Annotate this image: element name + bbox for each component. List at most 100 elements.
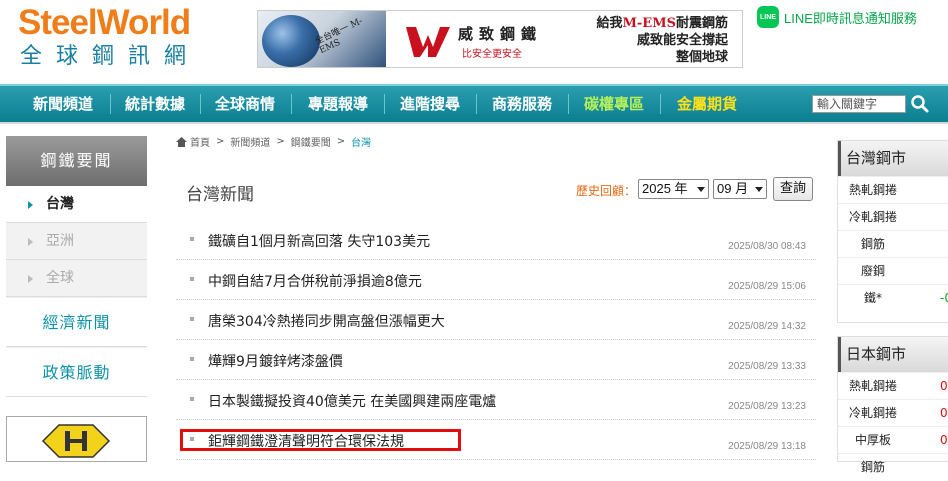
breadcrumb-home[interactable]: 首頁 xyxy=(190,134,210,149)
market-row[interactable]: 熱軋鋼捲 xyxy=(838,176,948,203)
brand-slogan: 比安全更安全 xyxy=(462,49,522,60)
sidebar-item-label: 台灣 xyxy=(46,196,74,212)
market-row[interactable]: 鐵* -0 xyxy=(838,284,948,311)
news-list: 鐵礦自1個月新高回落 失守103美元 2025/08/30 08:43 中鋼自結… xyxy=(176,220,816,460)
tagline-prefix: 給我 xyxy=(596,16,623,31)
line-icon: LINE xyxy=(757,6,779,28)
search-icon[interactable] xyxy=(910,94,930,114)
market-name: 廢鋼 xyxy=(860,264,885,278)
news-item[interactable]: 日本製鐵擬投資40億美元 在美國興建兩座電爐 2025/08/29 13:23 xyxy=(176,380,816,420)
news-item[interactable]: 燁輝9月鍍鋅烤漆盤價 2025/08/29 13:33 xyxy=(176,340,816,380)
market-value: -0 xyxy=(940,291,948,305)
query-button[interactable]: 查詢 xyxy=(773,177,813,201)
brand-name: 威致鋼鐵 xyxy=(458,25,543,43)
news-title[interactable]: 日本製鐵擬投資40億美元 在美國興建兩座電爐 xyxy=(208,391,496,411)
news-title[interactable]: 燁輝9月鍍鋅烤漆盤價 xyxy=(208,351,343,371)
breadcrumb-steel[interactable]: 鋼鐵要聞 xyxy=(291,134,331,149)
year-select-value: 2025 年 xyxy=(642,181,688,196)
line-notify-link[interactable]: LINE LINE即時訊息通知服務 xyxy=(757,6,917,28)
nav-advanced-search[interactable]: 進階搜尋 xyxy=(386,86,474,122)
sidebar-item-label: 全球 xyxy=(46,270,74,286)
breadcrumb: 首頁 > 新聞頻道 > 鋼鐵要聞 > 台灣 xyxy=(176,134,371,149)
market-name: 中厚板 xyxy=(854,433,891,447)
market-name: 熱軋鋼捲 xyxy=(848,379,897,393)
nav-divider xyxy=(384,94,385,114)
sidebar-ad[interactable] xyxy=(6,416,147,462)
arrow-right-icon xyxy=(28,238,33,246)
month-select[interactable]: 09 月 xyxy=(713,179,767,199)
market-row[interactable]: 冷軋鋼捲 0 xyxy=(838,399,948,426)
news-date: 2025/08/29 15:06 xyxy=(728,281,806,292)
market-row[interactable]: 中厚板 0 xyxy=(838,426,948,453)
nav-divider xyxy=(200,94,201,114)
line-notify-label: LINE即時訊息通知服務 xyxy=(784,10,917,26)
sidebar-item-policy[interactable]: 政策脈動 xyxy=(6,347,147,397)
bullet-icon xyxy=(190,317,194,321)
sidebar-item-global[interactable]: 全球 xyxy=(6,260,147,297)
sidebar-item-label: 亞洲 xyxy=(46,233,74,249)
market-row[interactable]: 熱軋鋼捲 0 xyxy=(838,372,948,399)
nav-metal-futures[interactable]: 金屬期貨 xyxy=(662,86,752,122)
market-name: 鋼筋 xyxy=(860,237,885,251)
nav-business-services[interactable]: 商務服務 xyxy=(478,86,566,122)
logo-subtitle: 全球鋼訊網 xyxy=(20,44,201,69)
tagline-line2: 威致能安全撐起 xyxy=(636,33,728,48)
nav-divider xyxy=(110,94,111,114)
nav-special-reports[interactable]: 專題報導 xyxy=(293,86,383,122)
page-title: 台灣新聞 xyxy=(186,185,254,205)
sidebar-heading: 鋼鐵要聞 xyxy=(6,136,147,186)
panel-heading: 日本鋼市 xyxy=(838,337,948,372)
site-logo[interactable]: SteelWorld 全球鋼訊網 xyxy=(18,4,228,74)
breadcrumb-news[interactable]: 新聞頻道 xyxy=(230,134,270,149)
company-logo-icon xyxy=(41,424,111,458)
sidebar-item-economy[interactable]: 經濟新聞 xyxy=(6,297,147,347)
market-name: 冷軋鋼捲 xyxy=(848,406,897,420)
arrow-right-icon xyxy=(28,275,33,283)
market-row[interactable]: 鋼筋 xyxy=(838,230,948,257)
bullet-icon xyxy=(190,237,194,241)
nav-divider xyxy=(476,94,477,114)
market-value: 0 xyxy=(940,433,948,447)
nav-divider xyxy=(568,94,569,114)
news-item[interactable]: 鐵礦自1個月新高回落 失守103美元 2025/08/30 08:43 xyxy=(176,220,816,260)
nav-news[interactable]: 新聞頻道 xyxy=(18,86,108,122)
news-title[interactable]: 鐵礦自1個月新高回落 失守103美元 xyxy=(208,231,430,251)
japan-market-panel: 日本鋼市 熱軋鋼捲 0 冷軋鋼捲 0 中厚板 0 鋼筋 xyxy=(837,336,948,474)
news-title[interactable]: 中鋼自結7月合併稅前淨損逾8億元 xyxy=(208,271,422,291)
nav-statistics[interactable]: 統計數據 xyxy=(112,86,198,122)
search-input[interactable]: 輸入關鍵字 xyxy=(812,95,906,113)
market-value: 0 xyxy=(940,379,948,393)
main-nav: 新聞頻道 統計數據 全球商情 專題報導 進階搜尋 商務服務 碳權專區 金屬期貨 … xyxy=(0,84,948,122)
news-title[interactable]: 唐榮304冷熱捲同步開高盤但漲幅更大 xyxy=(208,311,445,331)
breadcrumb-separator: > xyxy=(336,136,346,147)
month-select-value: 09 月 xyxy=(717,181,749,196)
news-date: 2025/08/29 14:32 xyxy=(728,321,806,332)
market-row[interactable]: 廢鋼 xyxy=(838,257,948,284)
logo-steel: Steel xyxy=(18,3,98,42)
chevron-down-icon xyxy=(697,187,705,192)
market-name: 鐵* xyxy=(863,291,882,305)
sidebar-item-taiwan[interactable]: 台灣 xyxy=(6,186,147,223)
news-date: 2025/08/29 13:18 xyxy=(728,441,806,452)
banner-tagline: 給我M-EMS耐震鋼筋 威致能安全撐起 整個地球 xyxy=(596,15,728,66)
bullet-icon xyxy=(190,397,194,401)
market-row[interactable]: 冷軋鋼捲 xyxy=(838,203,948,230)
nav-global-market[interactable]: 全球商情 xyxy=(202,86,288,122)
nav-carbon[interactable]: 碳權專區 xyxy=(570,86,658,122)
market-name: 鋼筋 xyxy=(860,460,885,474)
year-select[interactable]: 2025 年 xyxy=(638,179,709,199)
nav-divider xyxy=(660,94,661,114)
panel-heading: 台灣鋼市 xyxy=(838,141,948,176)
ad-banner[interactable]: 全台唯一 M-EMS 威致鋼鐵 比安全更安全 給我M-EMS耐震鋼筋 威致能安全… xyxy=(257,10,743,68)
tagline-mems: M-EMS xyxy=(622,16,676,31)
arrow-right-icon xyxy=(28,201,33,209)
sidebar-item-asia[interactable]: 亞洲 xyxy=(6,223,147,260)
news-item[interactable]: 中鋼自結7月合併稅前淨損逾8億元 2025/08/29 15:06 xyxy=(176,260,816,300)
news-date: 2025/08/30 08:43 xyxy=(728,241,806,252)
breadcrumb-separator: > xyxy=(216,136,225,147)
globe-tag: 全台唯一 M-EMS xyxy=(313,16,365,57)
home-icon xyxy=(176,136,187,147)
breadcrumb-current[interactable]: 台灣 xyxy=(351,134,371,149)
news-item[interactable]: 唐榮304冷熱捲同步開高盤但漲幅更大 2025/08/29 14:32 xyxy=(176,300,816,340)
market-row[interactable]: 鋼筋 xyxy=(838,453,948,480)
